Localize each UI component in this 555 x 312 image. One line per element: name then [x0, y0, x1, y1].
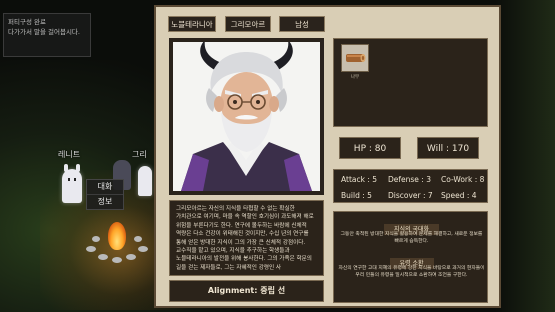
- traits-box: 지식의 국대화 그동안 축적된 방대한 지식을 활용하여 문제를 해결하고, 새…: [333, 211, 488, 303]
- speed-stat: Speed : 4: [441, 191, 477, 200]
- trait-1-description: 그동안 축적된 방대한 지식을 활용하여 문제를 해결하고, 새로운 정보를 빠…: [340, 232, 483, 244]
- campfire-flame: [108, 222, 126, 250]
- npc-name-left: 레니트: [58, 150, 81, 159]
- quest-notice: 퍼티구성 완료 다가가서 말을 걸어봅시다.: [3, 13, 91, 57]
- character-portrait: [173, 42, 320, 191]
- tab-gender[interactable]: 남성: [279, 16, 325, 32]
- cowork-stat: Co-Work : 8: [441, 175, 485, 184]
- ghost-npc[interactable]: [62, 164, 82, 203]
- character-info-panel: 노블테라니아 그리모아르 남성 나무 HP: 80 Will: 170 At…: [154, 5, 501, 308]
- attributes-box: Attack : 5 Defense : 3 Co-Work : 8 Build…: [333, 169, 488, 203]
- will-stat: Will : 170: [417, 137, 479, 159]
- talk-menu-item[interactable]: 대화: [87, 180, 123, 194]
- npc-character-right[interactable]: [138, 166, 152, 196]
- campfire-stone: [112, 257, 122, 263]
- portrait-illustration: [173, 42, 320, 191]
- alignment-box: Alignment: 중립 선: [169, 280, 324, 302]
- discover-stat: Discover : 7: [388, 191, 433, 200]
- attack-stat: Attack : 5: [341, 175, 378, 184]
- trait-2-description: 자신의 연구한 고대 지혜의 유령에 강한 지식을 바탕으로 과거의 현자들이 …: [338, 266, 485, 278]
- trait-1-header: 지식의 국대화: [334, 216, 489, 235]
- hp-stat: HP : 80: [339, 137, 401, 159]
- alignment-label: Alignment: 중립 선: [207, 286, 286, 295]
- description-box[interactable]: 그리모아르는 자신의 지식을 타협할 수 없는 확실한 가치관으로 여기며, 마…: [169, 200, 324, 276]
- campfire-stone: [92, 236, 100, 242]
- inventory-item-name: 나무: [350, 75, 360, 80]
- notice-line-2: 다가가서 말을 걸어봅시다.: [8, 28, 80, 36]
- campfire-stone: [98, 254, 108, 260]
- info-menu-item[interactable]: 정보: [87, 194, 123, 209]
- right-grass-edge: [495, 0, 555, 312]
- notice-line-1: 퍼티구성 완료: [8, 18, 46, 26]
- campfire-stone: [126, 254, 136, 260]
- campfire-stone: [134, 236, 142, 242]
- campfire-stone: [138, 246, 148, 252]
- npc-name-right: 그리: [132, 150, 147, 159]
- build-stat: Build : 5: [341, 191, 372, 200]
- character-description: 그리모아르는 자신의 지식을 타협할 수 없는 확실한 가치관으로 여기며, 마…: [176, 206, 314, 271]
- tab-character-name[interactable]: 그리모아르: [225, 16, 271, 32]
- npc-context-menu: 대화 정보: [86, 179, 124, 210]
- trait-2-header: 유령 소환: [334, 250, 489, 269]
- tab-faction[interactable]: 노블테라니아: [168, 16, 216, 32]
- defense-stat: Defense : 3: [388, 175, 431, 184]
- inventory-box: 나무: [333, 38, 488, 127]
- portrait-frame: [169, 38, 324, 195]
- campfire-stone: [86, 246, 96, 252]
- inventory-slot[interactable]: [341, 44, 369, 72]
- wood-log-icon: [346, 54, 366, 62]
